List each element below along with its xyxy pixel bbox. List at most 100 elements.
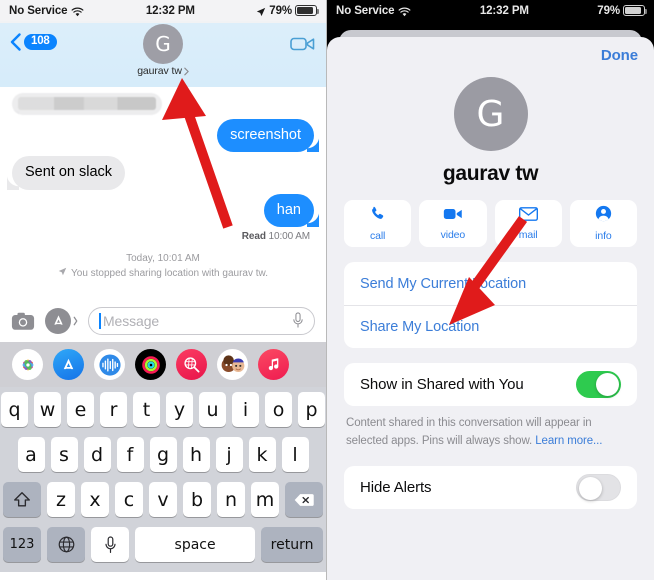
key-s[interactable]: s <box>50 437 78 472</box>
key-y[interactable]: y <box>166 392 193 427</box>
key-p[interactable]: p <box>298 392 325 427</box>
message-input-placeholder: Message <box>103 312 160 329</box>
backspace-icon[interactable] <box>285 482 323 517</box>
key-x[interactable]: x <box>81 482 109 517</box>
send-my-current-location-button[interactable]: Send My Current Location <box>344 262 637 305</box>
info-button[interactable]: info <box>569 200 637 247</box>
battery-percent: 79% <box>597 4 620 17</box>
camera-icon[interactable] <box>11 311 35 331</box>
key-i[interactable]: i <box>232 392 259 427</box>
carrier-group: No Service <box>336 5 411 17</box>
message-bubble: han <box>263 193 320 228</box>
hide-alerts-toggle[interactable] <box>576 473 621 501</box>
key-a[interactable]: a <box>17 437 45 472</box>
message-row: han <box>12 193 320 228</box>
hide-alerts-row[interactable]: Hide Alerts <box>344 466 637 509</box>
shared-with-you-group: Show in Shared with You <box>344 363 637 406</box>
key-q[interactable]: q <box>1 392 28 427</box>
apple-music-app-icon[interactable] <box>258 349 289 380</box>
app-store-icon <box>45 307 71 334</box>
key-r[interactable]: r <box>100 392 127 427</box>
return-key[interactable]: return <box>261 527 323 562</box>
globe-icon[interactable] <box>47 527 85 562</box>
fitness-app-icon[interactable] <box>135 349 166 380</box>
sheet-toolbar: Done <box>327 37 654 73</box>
key-g[interactable]: g <box>149 437 177 472</box>
call-button[interactable]: call <box>344 200 412 247</box>
mail-button[interactable]: mail <box>494 200 562 247</box>
learn-more-link[interactable]: Learn more... <box>535 435 602 447</box>
message-input[interactable]: Message <box>88 306 315 335</box>
key-b[interactable]: b <box>183 482 211 517</box>
key-n[interactable]: n <box>217 482 245 517</box>
key-w[interactable]: w <box>34 392 61 427</box>
screenshot-root: No Service 12:32 PM 79% 108 G gaurav tw … <box>0 0 654 580</box>
hide-alerts-label: Hide Alerts <box>360 478 432 496</box>
on-screen-keyboard[interactable]: q w e r t y u i o p a s d f g h j k l z … <box>0 387 326 572</box>
video-icon <box>443 207 463 226</box>
key-t[interactable]: t <box>133 392 160 427</box>
chevron-right-icon <box>73 314 78 328</box>
key-l[interactable]: l <box>281 437 309 472</box>
show-in-shared-with-you-row[interactable]: Show in Shared with You <box>344 363 637 406</box>
quick-actions-row: call video mail info <box>327 186 654 247</box>
microphone-icon[interactable] <box>292 312 304 329</box>
key-d[interactable]: d <box>83 437 111 472</box>
hide-alerts-group: Hide Alerts <box>344 465 637 509</box>
app-store-button[interactable] <box>45 307 78 334</box>
location-arrow-icon <box>58 266 67 281</box>
message-row: Sent on slack <box>6 156 314 191</box>
key-o[interactable]: o <box>265 392 292 427</box>
phone-icon <box>369 205 386 227</box>
audio-message-icon[interactable] <box>94 349 125 380</box>
key-f[interactable]: f <box>116 437 144 472</box>
photos-app-icon[interactable] <box>12 349 43 380</box>
memoji-app-icon[interactable] <box>217 349 248 380</box>
key-h[interactable]: h <box>182 437 210 472</box>
key-c[interactable]: c <box>115 482 143 517</box>
wifi-icon <box>398 7 411 17</box>
call-label: call <box>369 230 386 242</box>
contact-identity: G gaurav tw <box>327 73 654 186</box>
key-v[interactable]: v <box>149 482 177 517</box>
sheet-stack: Done G gaurav tw call video mail info Se… <box>327 21 654 580</box>
conversation-contact-button[interactable]: G gaurav tw <box>0 24 326 77</box>
shift-arrow-icon[interactable] <box>3 482 41 517</box>
key-k[interactable]: k <box>248 437 276 472</box>
message-thread[interactable]: screenshot Sent on slack han Read 10:00 … <box>0 87 326 299</box>
battery-icon <box>623 5 648 16</box>
images-search-icon[interactable] <box>176 349 207 380</box>
clock: 12:32 PM <box>145 4 195 17</box>
dictation-microphone-icon[interactable] <box>91 527 129 562</box>
carrier-label: No Service <box>336 4 395 17</box>
space-key[interactable]: space <box>135 527 256 562</box>
key-m[interactable]: m <box>251 482 279 517</box>
chevron-right-icon <box>184 67 189 76</box>
message-bubble-redacted <box>12 93 162 115</box>
read-receipt-time: 10:00 AM <box>268 231 311 243</box>
numbers-key[interactable]: 123 <box>3 527 41 562</box>
keyboard-row-3: z x c v b n m <box>3 482 323 517</box>
imessage-app-drawer[interactable] <box>0 342 326 387</box>
clock: 12:32 PM <box>479 4 529 17</box>
key-u[interactable]: u <box>199 392 226 427</box>
text-caret <box>99 312 101 329</box>
video-button[interactable]: video <box>419 200 487 247</box>
battery-icon <box>295 5 320 16</box>
key-j[interactable]: j <box>215 437 243 472</box>
show-in-shared-with-you-label: Show in Shared with You <box>360 376 524 393</box>
system-message-line: You stopped sharing location with gaurav… <box>12 266 314 281</box>
key-z[interactable]: z <box>47 482 75 517</box>
keyboard-row-2: a s d f g h j k l <box>3 437 323 472</box>
app-store-app-icon[interactable] <box>53 349 84 380</box>
keyboard-row-1: q w e r t y u i o p <box>1 392 325 427</box>
read-receipt-label: Read <box>241 231 266 243</box>
share-my-location-button[interactable]: Share My Location <box>344 305 637 348</box>
right-status-bar: No Service 12:32 PM 79% <box>327 0 654 21</box>
read-receipt: Read 10:00 AM <box>12 231 310 242</box>
show-in-shared-with-you-toggle[interactable] <box>576 371 621 398</box>
mail-label: mail <box>518 228 538 241</box>
key-e[interactable]: e <box>67 392 94 427</box>
done-button[interactable]: Done <box>601 47 638 64</box>
avatar[interactable]: G <box>453 77 528 151</box>
